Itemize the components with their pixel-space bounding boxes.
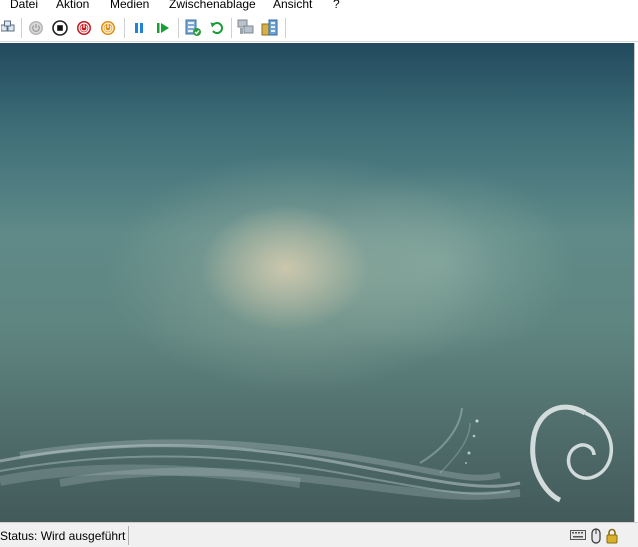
debian-logo xyxy=(530,404,613,503)
menu-medien[interactable]: Medien xyxy=(110,0,149,12)
vm-screen[interactable] xyxy=(0,43,634,522)
status-bar: Status: Wird ausgeführt xyxy=(0,522,638,547)
keyboard-icon xyxy=(570,528,586,542)
enhanced-session-icon[interactable] xyxy=(237,19,255,37)
resume-icon[interactable] xyxy=(154,19,172,37)
pause-icon[interactable] xyxy=(130,19,148,37)
menu-aktion[interactable]: Aktion xyxy=(56,0,89,12)
menu-help[interactable]: ? xyxy=(333,0,340,12)
menu-ansicht[interactable]: Ansicht xyxy=(273,0,312,12)
menu-bar: Datei Aktion Medien Zwischenablage Ansic… xyxy=(0,0,638,14)
menu-zwischenablage[interactable]: Zwischenablage xyxy=(169,0,256,12)
revert-icon[interactable] xyxy=(208,19,226,37)
shut-down-icon[interactable] xyxy=(75,19,93,37)
share-icon[interactable] xyxy=(261,19,279,37)
status-text: Status: Wird ausgeführt xyxy=(0,529,126,543)
power-icon[interactable] xyxy=(99,19,117,37)
turn-off-icon[interactable] xyxy=(51,19,69,37)
ctrl-alt-del-icon[interactable] xyxy=(0,19,18,37)
lock-icon xyxy=(605,528,619,544)
start-icon[interactable] xyxy=(27,19,45,37)
debian-wallpaper xyxy=(0,404,613,503)
mouse-icon xyxy=(591,528,601,544)
checkpoint-icon[interactable] xyxy=(184,19,202,37)
toolbar xyxy=(0,14,638,42)
menu-datei[interactable]: Datei xyxy=(10,0,38,12)
scroll-edge xyxy=(634,43,638,522)
